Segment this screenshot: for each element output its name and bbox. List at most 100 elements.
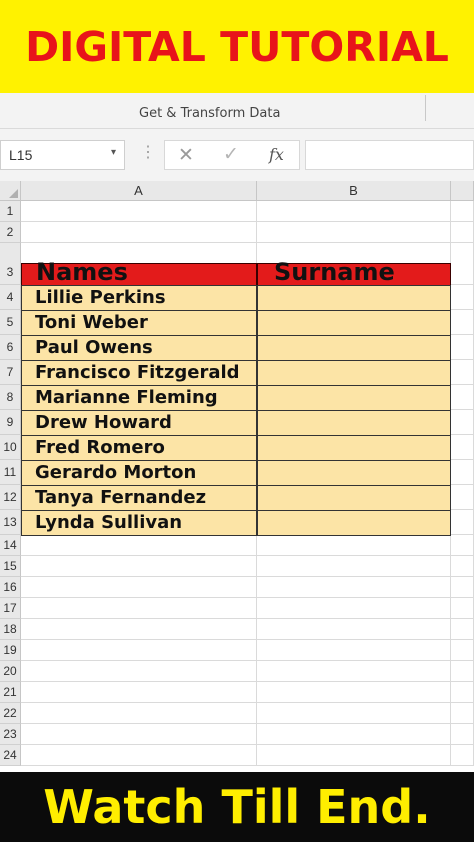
cell[interactable] [451, 724, 474, 745]
row-header-3[interactable]: 3 [0, 243, 21, 285]
cell[interactable] [21, 619, 257, 640]
row-header-8[interactable]: 8 [0, 385, 21, 410]
cell[interactable] [451, 435, 474, 460]
cell[interactable] [451, 640, 474, 661]
cell[interactable] [21, 682, 257, 703]
cell[interactable] [451, 335, 474, 360]
cell[interactable] [257, 724, 451, 745]
cell[interactable] [257, 619, 451, 640]
enter-icon[interactable]: ✓ [223, 143, 239, 166]
insert-function-icon[interactable]: fx [269, 145, 284, 164]
cell[interactable] [257, 535, 451, 556]
surname-cell[interactable] [257, 285, 451, 311]
cell[interactable] [257, 703, 451, 724]
cell[interactable] [21, 724, 257, 745]
name-cell[interactable]: Paul Owens [21, 335, 257, 361]
cell[interactable] [451, 310, 474, 335]
cell[interactable] [257, 201, 451, 222]
surname-cell[interactable] [257, 410, 451, 436]
row-header-1[interactable]: 1 [0, 201, 21, 222]
name-cell[interactable]: Lillie Perkins [21, 285, 257, 311]
cell[interactable] [21, 535, 257, 556]
cell[interactable] [451, 410, 474, 435]
cell[interactable] [451, 661, 474, 682]
surname-cell[interactable] [257, 435, 451, 461]
cell[interactable] [451, 201, 474, 222]
cell[interactable] [21, 556, 257, 577]
column-header-b[interactable]: B [257, 181, 451, 201]
cell[interactable] [451, 222, 474, 243]
cell[interactable] [451, 703, 474, 724]
cell[interactable] [21, 577, 257, 598]
name-cell[interactable]: Gerardo Morton [21, 460, 257, 486]
header-cell-names[interactable]: Names [21, 259, 257, 286]
cell[interactable] [451, 485, 474, 510]
cancel-icon[interactable]: ✕ [178, 144, 194, 167]
cell[interactable] [21, 745, 257, 766]
name-cell[interactable]: Tanya Fernandez [21, 485, 257, 511]
cell[interactable] [21, 703, 257, 724]
row-header-16[interactable]: 16 [0, 577, 21, 598]
column-header-c[interactable] [451, 181, 474, 201]
surname-cell[interactable] [257, 460, 451, 486]
cell[interactable] [21, 201, 257, 222]
cell[interactable] [257, 745, 451, 766]
row-header-6[interactable]: 6 [0, 335, 21, 360]
row-header-2[interactable]: 2 [0, 222, 21, 243]
cell[interactable] [451, 682, 474, 703]
cell[interactable] [451, 460, 474, 485]
select-all-button[interactable] [0, 181, 21, 201]
surname-cell[interactable] [257, 510, 451, 536]
row-header-13[interactable]: 13 [0, 510, 21, 535]
row-header-23[interactable]: 23 [0, 724, 21, 745]
row-header-5[interactable]: 5 [0, 310, 21, 335]
row-header-22[interactable]: 22 [0, 703, 21, 724]
surname-cell[interactable] [257, 385, 451, 411]
cell[interactable] [451, 598, 474, 619]
cell[interactable] [21, 598, 257, 619]
cell[interactable] [21, 661, 257, 682]
cell[interactable] [451, 535, 474, 556]
row-header-4[interactable]: 4 [0, 285, 21, 310]
cell[interactable] [257, 598, 451, 619]
header-cell-surname[interactable]: Surname [257, 259, 451, 286]
name-cell[interactable]: Toni Weber [21, 310, 257, 336]
ribbon-group-label[interactable]: Get & Transform Data [139, 106, 280, 121]
name-cell[interactable]: Francisco Fitzgerald [21, 360, 257, 386]
cell[interactable] [257, 640, 451, 661]
cell[interactable] [451, 577, 474, 598]
surname-cell[interactable] [257, 310, 451, 336]
row-header-19[interactable]: 19 [0, 640, 21, 661]
cell[interactable] [21, 640, 257, 661]
row-header-10[interactable]: 10 [0, 435, 21, 460]
name-box[interactable]: L15 ▾ [0, 140, 125, 170]
name-cell[interactable]: Fred Romero [21, 435, 257, 461]
row-header-9[interactable]: 9 [0, 410, 21, 435]
column-header-a[interactable]: A [21, 181, 257, 201]
cell[interactable] [451, 243, 474, 285]
cell[interactable] [451, 285, 474, 310]
row-header-11[interactable]: 11 [0, 460, 21, 485]
name-cell[interactable]: Marianne Fleming [21, 385, 257, 411]
cell[interactable] [451, 556, 474, 577]
row-header-15[interactable]: 15 [0, 556, 21, 577]
row-header-12[interactable]: 12 [0, 485, 21, 510]
row-header-18[interactable]: 18 [0, 619, 21, 640]
name-cell[interactable]: Drew Howard [21, 410, 257, 436]
cell[interactable] [451, 360, 474, 385]
row-header-7[interactable]: 7 [0, 360, 21, 385]
cell[interactable] [451, 745, 474, 766]
cell[interactable] [257, 577, 451, 598]
surname-cell[interactable] [257, 360, 451, 386]
row-header-20[interactable]: 20 [0, 661, 21, 682]
surname-cell[interactable] [257, 335, 451, 361]
cell[interactable] [451, 385, 474, 410]
formula-input[interactable] [305, 140, 474, 170]
name-cell[interactable]: Lynda Sullivan [21, 510, 257, 536]
cell[interactable] [451, 510, 474, 535]
cell[interactable] [257, 682, 451, 703]
surname-cell[interactable] [257, 485, 451, 511]
cell[interactable] [451, 619, 474, 640]
cell[interactable] [257, 222, 451, 243]
row-header-17[interactable]: 17 [0, 598, 21, 619]
